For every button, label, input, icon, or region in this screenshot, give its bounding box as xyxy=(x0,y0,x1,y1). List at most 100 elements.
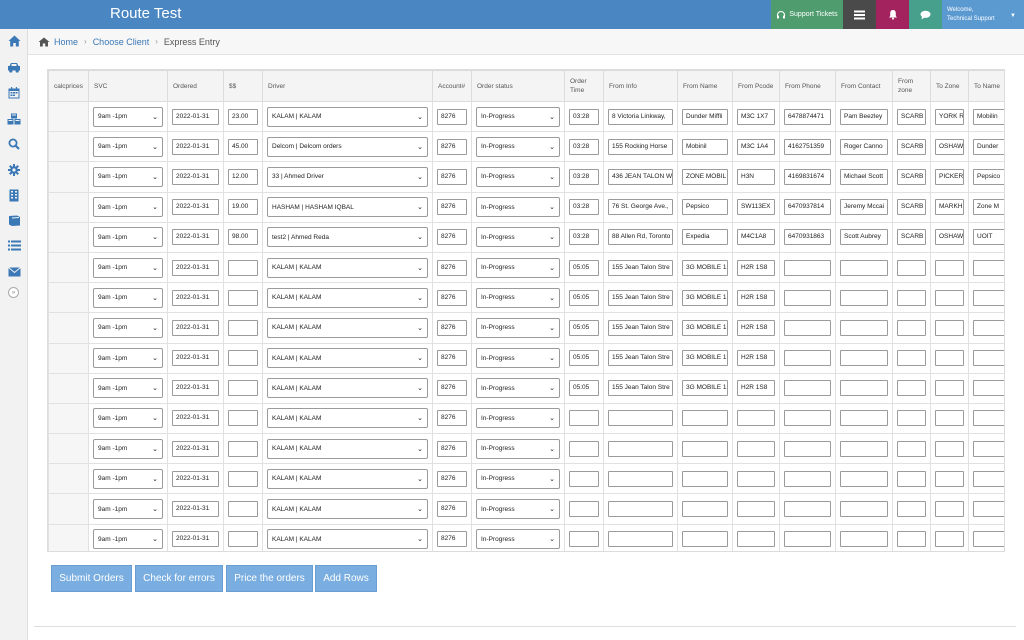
envelope-icon[interactable] xyxy=(6,264,22,280)
ordered-input[interactable]: 2022-01-31 xyxy=(172,108,219,125)
svc-select[interactable]: 9am -1pm ⌄ xyxy=(93,197,163,218)
from-phone-input[interactable]: 6478874471 xyxy=(784,108,831,125)
from-pcode-input[interactable]: H2R 1S8 xyxy=(737,259,775,276)
from-info-input[interactable] xyxy=(608,501,673,518)
from-info-input[interactable]: 155 Rocking Horse xyxy=(608,138,673,155)
order-time-input[interactable] xyxy=(569,501,599,518)
to-zone-input[interactable] xyxy=(935,470,964,487)
from-zone-input[interactable] xyxy=(897,259,926,276)
cubes-icon[interactable] xyxy=(6,111,22,127)
account-input[interactable]: 8276 xyxy=(437,470,467,487)
driver-select[interactable]: KALAM | KALAM ⌄ xyxy=(267,529,428,550)
price-input[interactable] xyxy=(228,440,258,457)
user-menu[interactable]: Welcome, Technical Support ▼ xyxy=(942,0,1024,29)
from-zone-input[interactable] xyxy=(897,470,926,487)
from-phone-input[interactable] xyxy=(784,501,831,518)
svc-select[interactable]: 9am -1pm ⌄ xyxy=(93,438,163,459)
account-input[interactable]: 8276 xyxy=(437,138,467,155)
from-pcode-input[interactable]: H2R 1S8 xyxy=(737,319,775,336)
from-info-input[interactable]: 76 St. George Ave., xyxy=(608,199,673,216)
submit-orders-button[interactable]: Submit Orders xyxy=(51,565,132,592)
from-phone-input[interactable] xyxy=(784,259,831,276)
ordered-input[interactable]: 2022-01-31 xyxy=(172,199,219,216)
to-name-input[interactable] xyxy=(973,410,1004,427)
svc-select[interactable]: 9am -1pm ⌄ xyxy=(93,106,163,127)
building-icon[interactable] xyxy=(6,187,22,203)
order-time-input[interactable]: 03:28 xyxy=(569,108,599,125)
to-zone-input[interactable] xyxy=(935,440,964,457)
ordered-input[interactable]: 2022-01-31 xyxy=(172,380,219,397)
from-name-input[interactable]: 3G MOBILE 1 xyxy=(682,380,728,397)
account-input[interactable]: 8276 xyxy=(437,440,467,457)
order-time-input[interactable] xyxy=(569,531,599,548)
from-pcode-input[interactable]: M4C1A8 xyxy=(737,229,775,246)
price-orders-button[interactable]: Price the orders xyxy=(226,565,313,592)
driver-select[interactable]: KALAM | KALAM ⌄ xyxy=(267,348,428,369)
order-time-input[interactable] xyxy=(569,470,599,487)
from-pcode-input[interactable] xyxy=(737,501,775,518)
from-info-input[interactable]: 436 JEAN TALON WE xyxy=(608,168,673,185)
from-zone-input[interactable]: SCARB xyxy=(897,168,926,185)
from-name-input[interactable] xyxy=(682,440,728,457)
from-contact-input[interactable] xyxy=(840,380,888,397)
to-name-input[interactable] xyxy=(973,380,1004,397)
from-contact-input[interactable]: Pam Beezley xyxy=(840,108,888,125)
to-name-input[interactable] xyxy=(973,440,1004,457)
from-zone-input[interactable] xyxy=(897,380,926,397)
driver-select[interactable]: KALAM | KALAM ⌄ xyxy=(267,499,428,520)
account-input[interactable]: 8276 xyxy=(437,531,467,548)
order-time-input[interactable]: 03:28 xyxy=(569,229,599,246)
support-tickets-button[interactable]: Support Tickets xyxy=(771,0,843,29)
from-name-input[interactable] xyxy=(682,470,728,487)
driver-select[interactable]: KALAM | KALAM ⌄ xyxy=(267,468,428,489)
price-input[interactable] xyxy=(228,289,258,306)
from-contact-input[interactable] xyxy=(840,289,888,306)
from-pcode-input[interactable] xyxy=(737,470,775,487)
ordered-input[interactable]: 2022-01-31 xyxy=(172,138,219,155)
order-status-select[interactable]: In-Progress ⌄ xyxy=(476,438,560,459)
order-time-input[interactable]: 05:05 xyxy=(569,259,599,276)
check-errors-button[interactable]: Check for errors xyxy=(135,565,223,592)
from-zone-input[interactable]: SCARB xyxy=(897,199,926,216)
driver-select[interactable]: test2 | Ahmed Reda ⌄ xyxy=(267,227,428,248)
driver-select[interactable]: KALAM | KALAM ⌄ xyxy=(267,257,428,278)
order-status-select[interactable]: In-Progress ⌄ xyxy=(476,499,560,520)
svc-select[interactable]: 9am -1pm ⌄ xyxy=(93,317,163,338)
from-phone-input[interactable] xyxy=(784,319,831,336)
from-name-input[interactable] xyxy=(682,531,728,548)
ordered-input[interactable]: 2022-01-31 xyxy=(172,440,219,457)
from-info-input[interactable]: 155 Jean Talon Stre xyxy=(608,380,673,397)
price-input[interactable] xyxy=(228,319,258,336)
order-time-input[interactable]: 05:05 xyxy=(569,380,599,397)
from-pcode-input[interactable]: H2R 1S8 xyxy=(737,380,775,397)
to-name-input[interactable] xyxy=(973,501,1004,518)
price-input[interactable] xyxy=(228,350,258,367)
from-info-input[interactable]: 155 Jean Talon Stre xyxy=(608,259,673,276)
to-zone-input[interactable]: MARKH xyxy=(935,199,964,216)
from-phone-input[interactable] xyxy=(784,531,831,548)
from-pcode-input[interactable]: SW113EX xyxy=(737,199,775,216)
to-name-input[interactable]: UOIT xyxy=(973,229,1004,246)
to-zone-input[interactable] xyxy=(935,350,964,367)
to-name-input[interactable]: Dunder xyxy=(973,138,1004,155)
from-phone-input[interactable] xyxy=(784,289,831,306)
price-input[interactable]: 19.00 xyxy=(228,199,258,216)
list-icon[interactable] xyxy=(6,237,22,253)
from-phone-input[interactable]: 6470937814 xyxy=(784,199,831,216)
order-time-input[interactable]: 03:28 xyxy=(569,138,599,155)
from-name-input[interactable]: Expedia xyxy=(682,229,728,246)
to-zone-input[interactable]: OSHAW xyxy=(935,138,964,155)
price-input[interactable]: 23.00 xyxy=(228,108,258,125)
order-status-select[interactable]: In-Progress ⌄ xyxy=(476,317,560,338)
account-input[interactable]: 8276 xyxy=(437,350,467,367)
driver-select[interactable]: KALAM | KALAM ⌄ xyxy=(267,317,428,338)
from-contact-input[interactable] xyxy=(840,410,888,427)
from-name-input[interactable] xyxy=(682,501,728,518)
ordered-input[interactable]: 2022-01-31 xyxy=(172,229,219,246)
order-time-input[interactable] xyxy=(569,410,599,427)
to-name-input[interactable]: Mobilin xyxy=(973,108,1004,125)
account-input[interactable]: 8276 xyxy=(437,380,467,397)
to-name-input[interactable] xyxy=(973,319,1004,336)
ordered-input[interactable]: 2022-01-31 xyxy=(172,410,219,427)
driver-select[interactable]: KALAM | KALAM ⌄ xyxy=(267,408,428,429)
